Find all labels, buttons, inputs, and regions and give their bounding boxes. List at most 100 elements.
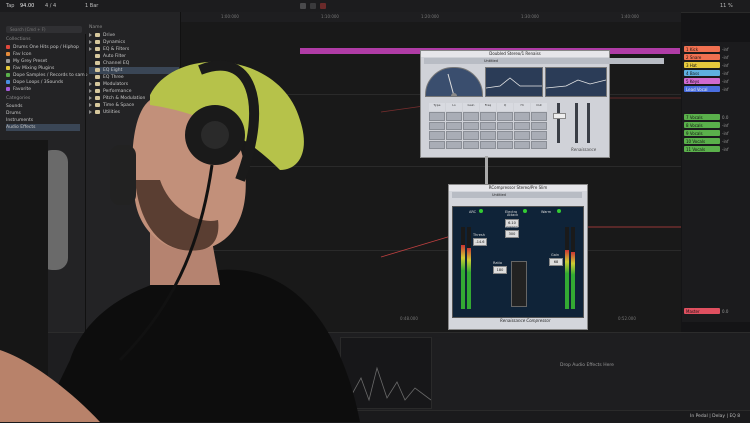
eq-cell[interactable] bbox=[531, 131, 547, 140]
eq-cell[interactable] bbox=[531, 140, 547, 149]
eq-cell[interactable] bbox=[531, 112, 547, 121]
gain-fader-handle[interactable] bbox=[553, 113, 566, 119]
track-row[interactable]: 3 Hat -inf bbox=[682, 62, 750, 69]
eq-cell[interactable] bbox=[514, 140, 530, 149]
eq-cell[interactable] bbox=[497, 140, 513, 149]
eq-cell[interactable] bbox=[531, 121, 547, 131]
time-signature[interactable]: 4 / 4 bbox=[45, 0, 56, 12]
eq-curve-display[interactable] bbox=[545, 67, 607, 97]
arc-led-icon[interactable] bbox=[479, 209, 483, 213]
browser-item[interactable]: Drive bbox=[89, 32, 179, 39]
collection-item[interactable]: Fav Icon bbox=[6, 51, 84, 58]
eq-cell[interactable] bbox=[497, 131, 513, 140]
collection-item[interactable]: Drums One Hits pop / Hiphop bbox=[6, 44, 84, 51]
track-row[interactable]: 2 Snare -inf bbox=[682, 54, 750, 61]
output-fader[interactable] bbox=[587, 103, 590, 143]
eq-cell[interactable] bbox=[463, 121, 479, 131]
attack-label: Attack bbox=[507, 213, 519, 217]
window-connector bbox=[485, 156, 488, 184]
track-row[interactable]: 9 Vocals -inf bbox=[682, 130, 750, 137]
eq-meter-display bbox=[425, 67, 483, 99]
track-row[interactable]: 10 Vocals -inf bbox=[682, 138, 750, 145]
eq-cell[interactable] bbox=[480, 112, 496, 121]
compressor-plugin-title[interactable]: RCompressor Stereo/Pre Slim bbox=[449, 185, 587, 191]
eq-cell[interactable] bbox=[429, 112, 445, 121]
eq-cell[interactable] bbox=[446, 140, 462, 149]
input-meter bbox=[461, 227, 465, 309]
eq-cell[interactable] bbox=[514, 121, 530, 131]
release-label: Release bbox=[505, 225, 519, 229]
threshold-value[interactable]: -14.6 bbox=[473, 238, 487, 246]
eq-cell[interactable] bbox=[480, 140, 496, 149]
tempo-field[interactable]: 94.00 bbox=[20, 0, 34, 12]
eq-cell[interactable] bbox=[429, 131, 445, 140]
collections-title: Collections bbox=[6, 37, 31, 42]
warm-led-icon[interactable] bbox=[557, 209, 561, 213]
eq-cell[interactable] bbox=[446, 131, 462, 140]
color-tag-icon bbox=[6, 44, 10, 49]
input-meter-fill bbox=[461, 245, 465, 309]
eq-column-label: Out bbox=[531, 103, 547, 112]
quantize-menu[interactable]: 1 Bar bbox=[85, 0, 98, 12]
track-row[interactable]: 7 Vocals 0.0 bbox=[682, 114, 750, 121]
eq-column-label: Freq bbox=[480, 103, 496, 112]
search-input[interactable]: Search (Cmd + F) bbox=[6, 26, 82, 33]
expand-arrow-icon bbox=[89, 39, 92, 44]
browser-item[interactable]: Auto Filter bbox=[89, 53, 179, 60]
compressor-preset-bar[interactable]: Untitled bbox=[452, 192, 582, 198]
tap-button[interactable]: Tap bbox=[6, 0, 14, 12]
track-row[interactable]: 4 Bass -inf bbox=[682, 70, 750, 77]
track-row[interactable]: 5 Keys -inf bbox=[682, 78, 750, 85]
eq-plugin-title[interactable]: Doubled Stereo/1 Renaiss bbox=[421, 51, 609, 57]
eq-column-label: Gain bbox=[463, 103, 479, 112]
input-meter-fill bbox=[467, 248, 471, 309]
expand-arrow-icon bbox=[89, 32, 92, 37]
warm-label: Warm bbox=[541, 210, 552, 214]
eq-cell[interactable] bbox=[497, 121, 513, 131]
track-row[interactable]: 1 Kick -inf bbox=[682, 46, 750, 53]
eq-cell[interactable] bbox=[514, 112, 530, 121]
gain-fader[interactable] bbox=[557, 103, 560, 143]
browser-item[interactable]: Dynamics bbox=[89, 39, 179, 46]
eq-cell[interactable] bbox=[480, 121, 496, 131]
time-marker: 0:48.000 bbox=[400, 316, 418, 321]
eq-plugin-window[interactable]: Doubled Stereo/1 Renaiss Untitled Type L… bbox=[420, 50, 664, 158]
eq-cell[interactable] bbox=[480, 131, 496, 140]
expand-arrow-icon bbox=[89, 46, 92, 51]
status-right-text: In Pedal | Delay | EQ 8 bbox=[690, 414, 741, 419]
cpu-meter: 11 % bbox=[720, 3, 733, 9]
eq-cell[interactable] bbox=[514, 131, 530, 140]
device-icon bbox=[95, 53, 100, 58]
eq-curve-display[interactable] bbox=[485, 67, 543, 97]
browser-item[interactable]: EQ & Filters bbox=[89, 46, 179, 53]
eq-preset-bar[interactable]: Untitled bbox=[424, 58, 664, 64]
eq-cell[interactable] bbox=[429, 121, 445, 131]
eq-cell[interactable] bbox=[463, 131, 479, 140]
eq-cell[interactable] bbox=[446, 112, 462, 121]
eq-cell[interactable] bbox=[463, 140, 479, 149]
presenter-photo bbox=[0, 60, 360, 422]
eq-cell[interactable] bbox=[446, 121, 462, 131]
track-row[interactable]: Lead Vocal -inf bbox=[682, 86, 750, 93]
master-track-row[interactable]: Master 0.0 bbox=[682, 308, 750, 315]
eq-brand-label: Renaissance bbox=[571, 147, 597, 152]
eq-cell[interactable] bbox=[463, 112, 479, 121]
eq-cell[interactable] bbox=[429, 140, 445, 149]
eq-column-label: Hi bbox=[514, 103, 530, 112]
output-fader[interactable] bbox=[575, 103, 578, 143]
compressor-brand-label: Renaissance Compressor bbox=[500, 318, 551, 323]
gain-value[interactable]: 68 bbox=[549, 258, 563, 266]
output-meter-fill bbox=[565, 249, 569, 309]
color-tag-icon bbox=[6, 51, 10, 56]
output-meter bbox=[571, 227, 575, 309]
eq-cell[interactable] bbox=[497, 112, 513, 121]
electro-led-icon[interactable] bbox=[523, 209, 527, 213]
eq-column-label: Lo bbox=[446, 103, 462, 112]
ratio-value[interactable]: 180 bbox=[493, 266, 507, 274]
track-row[interactable]: 8 Vocals -inf bbox=[682, 122, 750, 129]
release-value[interactable]: 300 bbox=[505, 230, 519, 238]
eq-column-label: Type bbox=[429, 103, 445, 112]
ratio-label: Ratio bbox=[493, 261, 502, 265]
eq-curve-graph bbox=[485, 77, 542, 89]
track-row[interactable]: 11 Vocals -inf bbox=[682, 146, 750, 153]
